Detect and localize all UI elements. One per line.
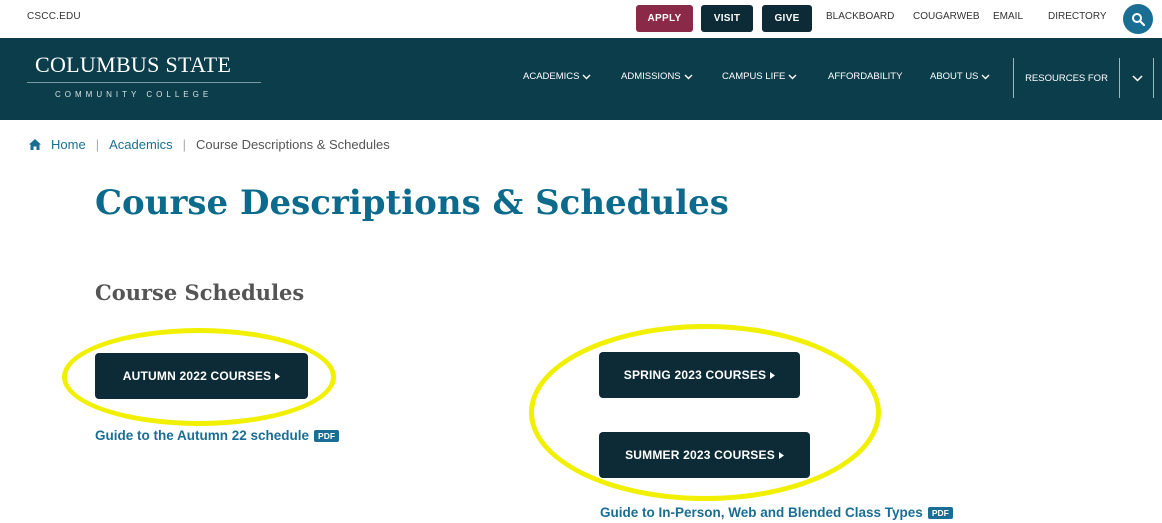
nav-admissions[interactable]: ADMISSIONS bbox=[621, 71, 693, 82]
nav-affordability[interactable]: AFFORDABILITY bbox=[828, 71, 902, 82]
autumn-schedule-guide-label: Guide to the Autumn 22 schedule bbox=[95, 428, 310, 443]
autumn-2022-courses-button[interactable]: AUTUMN 2022 COURSES bbox=[95, 353, 308, 399]
visit-button[interactable]: VISIT bbox=[701, 5, 753, 32]
resources-for-toggle[interactable] bbox=[1121, 58, 1154, 98]
nav-affordability-label: AFFORDABILITY bbox=[828, 71, 903, 82]
autumn-2022-courses-label: AUTUMN 2022 COURSES bbox=[122, 369, 272, 383]
breadcrumb-home[interactable]: Home bbox=[51, 137, 86, 152]
directory-link[interactable]: DIRECTORY bbox=[1048, 11, 1107, 22]
nav-about-us[interactable]: ABOUT US bbox=[930, 71, 990, 82]
apply-button[interactable]: APPLY bbox=[636, 5, 693, 32]
nav-campus-life-label: CAMPUS LIFE bbox=[722, 71, 786, 82]
chevron-down-icon bbox=[582, 74, 591, 79]
spring-2023-courses-label: SPRING 2023 COURSES bbox=[623, 368, 767, 382]
logo-name[interactable]: COLUMBUS STATE bbox=[35, 52, 231, 78]
home-icon[interactable] bbox=[29, 139, 41, 150]
logo-subtitle: COMMUNITY COLLEGE bbox=[55, 90, 213, 99]
summer-2023-courses-label: SUMMER 2023 COURSES bbox=[625, 448, 775, 462]
breadcrumb-separator: | bbox=[182, 137, 187, 152]
breadcrumb-current: Course Descriptions & Schedules bbox=[196, 137, 390, 152]
give-button[interactable]: GIVE bbox=[762, 5, 812, 32]
pdf-badge: PDF bbox=[314, 429, 340, 442]
caret-right-icon bbox=[778, 451, 784, 459]
search-icon bbox=[1132, 13, 1145, 26]
blackboard-link[interactable]: BLACKBOARD bbox=[826, 11, 894, 22]
nav-about-us-label: ABOUT US bbox=[930, 71, 979, 82]
spring-2023-courses-button[interactable]: SPRING 2023 COURSES bbox=[599, 352, 800, 398]
main-navbar: COLUMBUS STATE COMMUNITY COLLEGE ACADEMI… bbox=[0, 38, 1162, 120]
caret-right-icon bbox=[770, 371, 776, 379]
nav-campus-life[interactable]: CAMPUS LIFE bbox=[722, 71, 797, 82]
chevron-down-icon bbox=[981, 74, 990, 79]
autumn-schedule-guide-link[interactable]: Guide to the Autumn 22 schedule PDF bbox=[95, 428, 340, 443]
nav-academics[interactable]: ACADEMICS bbox=[523, 71, 591, 82]
search-button[interactable] bbox=[1123, 4, 1153, 34]
summer-2023-courses-button[interactable]: SUMMER 2023 COURSES bbox=[599, 432, 810, 478]
email-link[interactable]: EMAIL bbox=[993, 11, 1023, 22]
pdf-badge: PDF bbox=[927, 506, 953, 519]
resources-for-menu[interactable]: RESOURCES FOR bbox=[1013, 58, 1120, 98]
cscc-home-link[interactable]: CSCC.EDU bbox=[27, 11, 81, 22]
page-title: Course Descriptions & Schedules bbox=[95, 183, 729, 223]
logo-divider bbox=[27, 82, 261, 83]
nav-admissions-label: ADMISSIONS bbox=[621, 71, 681, 82]
section-title: Course Schedules bbox=[95, 280, 305, 305]
caret-right-icon bbox=[275, 372, 281, 380]
nav-academics-label: ACADEMICS bbox=[523, 71, 580, 82]
breadcrumb-academics[interactable]: Academics bbox=[109, 137, 173, 152]
breadcrumb-separator: | bbox=[95, 137, 100, 152]
breadcrumb: Home | Academics | Course Descriptions &… bbox=[29, 137, 390, 152]
utility-bar: CSCC.EDU APPLY VISIT GIVE BLACKBOARD COU… bbox=[0, 0, 1162, 38]
class-types-guide-label: Guide to In-Person, Web and Blended Clas… bbox=[600, 505, 923, 520]
chevron-down-icon bbox=[788, 74, 797, 79]
class-types-guide-link[interactable]: Guide to In-Person, Web and Blended Clas… bbox=[600, 505, 953, 520]
chevron-down-icon bbox=[1131, 74, 1143, 82]
chevron-down-icon bbox=[684, 74, 693, 79]
resources-for-label: RESOURCES FOR bbox=[1025, 72, 1108, 84]
cougarweb-link[interactable]: COUGARWEB bbox=[913, 11, 980, 22]
